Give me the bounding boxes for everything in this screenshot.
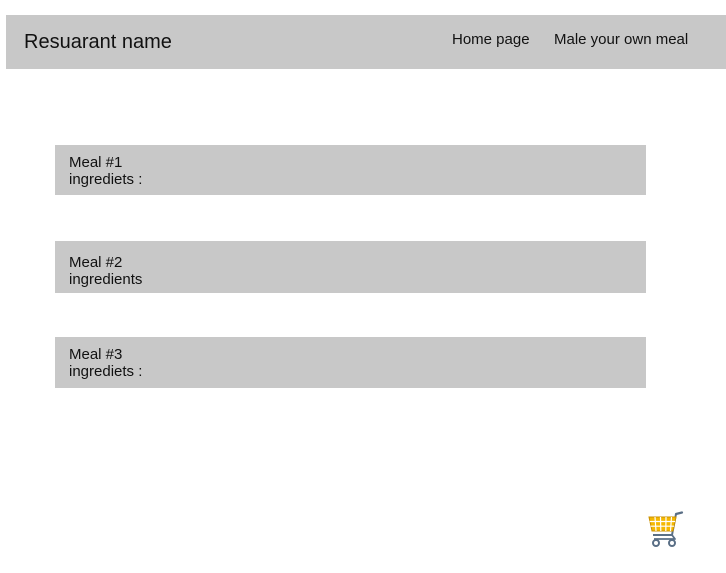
shopping-cart-button[interactable] <box>646 511 684 548</box>
meal-ingredients: ingredients <box>69 271 143 288</box>
meal-ingredients: ingrediets : <box>69 171 143 188</box>
restaurant-name[interactable]: Resuarant name <box>24 32 172 52</box>
shopping-cart-icon <box>648 511 684 547</box>
meal-ingredients: ingrediets : <box>69 363 143 380</box>
meal-card-1[interactable]: Meal #1 ingrediets : <box>55 145 646 195</box>
meal-title: Meal #1 <box>69 154 123 171</box>
meal-title: Meal #2 <box>69 254 123 271</box>
nav-make-your-own-meal[interactable]: Male your own meal <box>554 32 688 48</box>
top-header: Resuarant name Home page Male your own m… <box>6 15 726 69</box>
nav-home-page[interactable]: Home page <box>452 32 530 48</box>
meal-title: Meal #3 <box>69 346 123 363</box>
meal-card-3[interactable]: Meal #3 ingrediets : <box>55 337 646 388</box>
meal-card-2[interactable]: Meal #2 ingredients <box>55 241 646 293</box>
